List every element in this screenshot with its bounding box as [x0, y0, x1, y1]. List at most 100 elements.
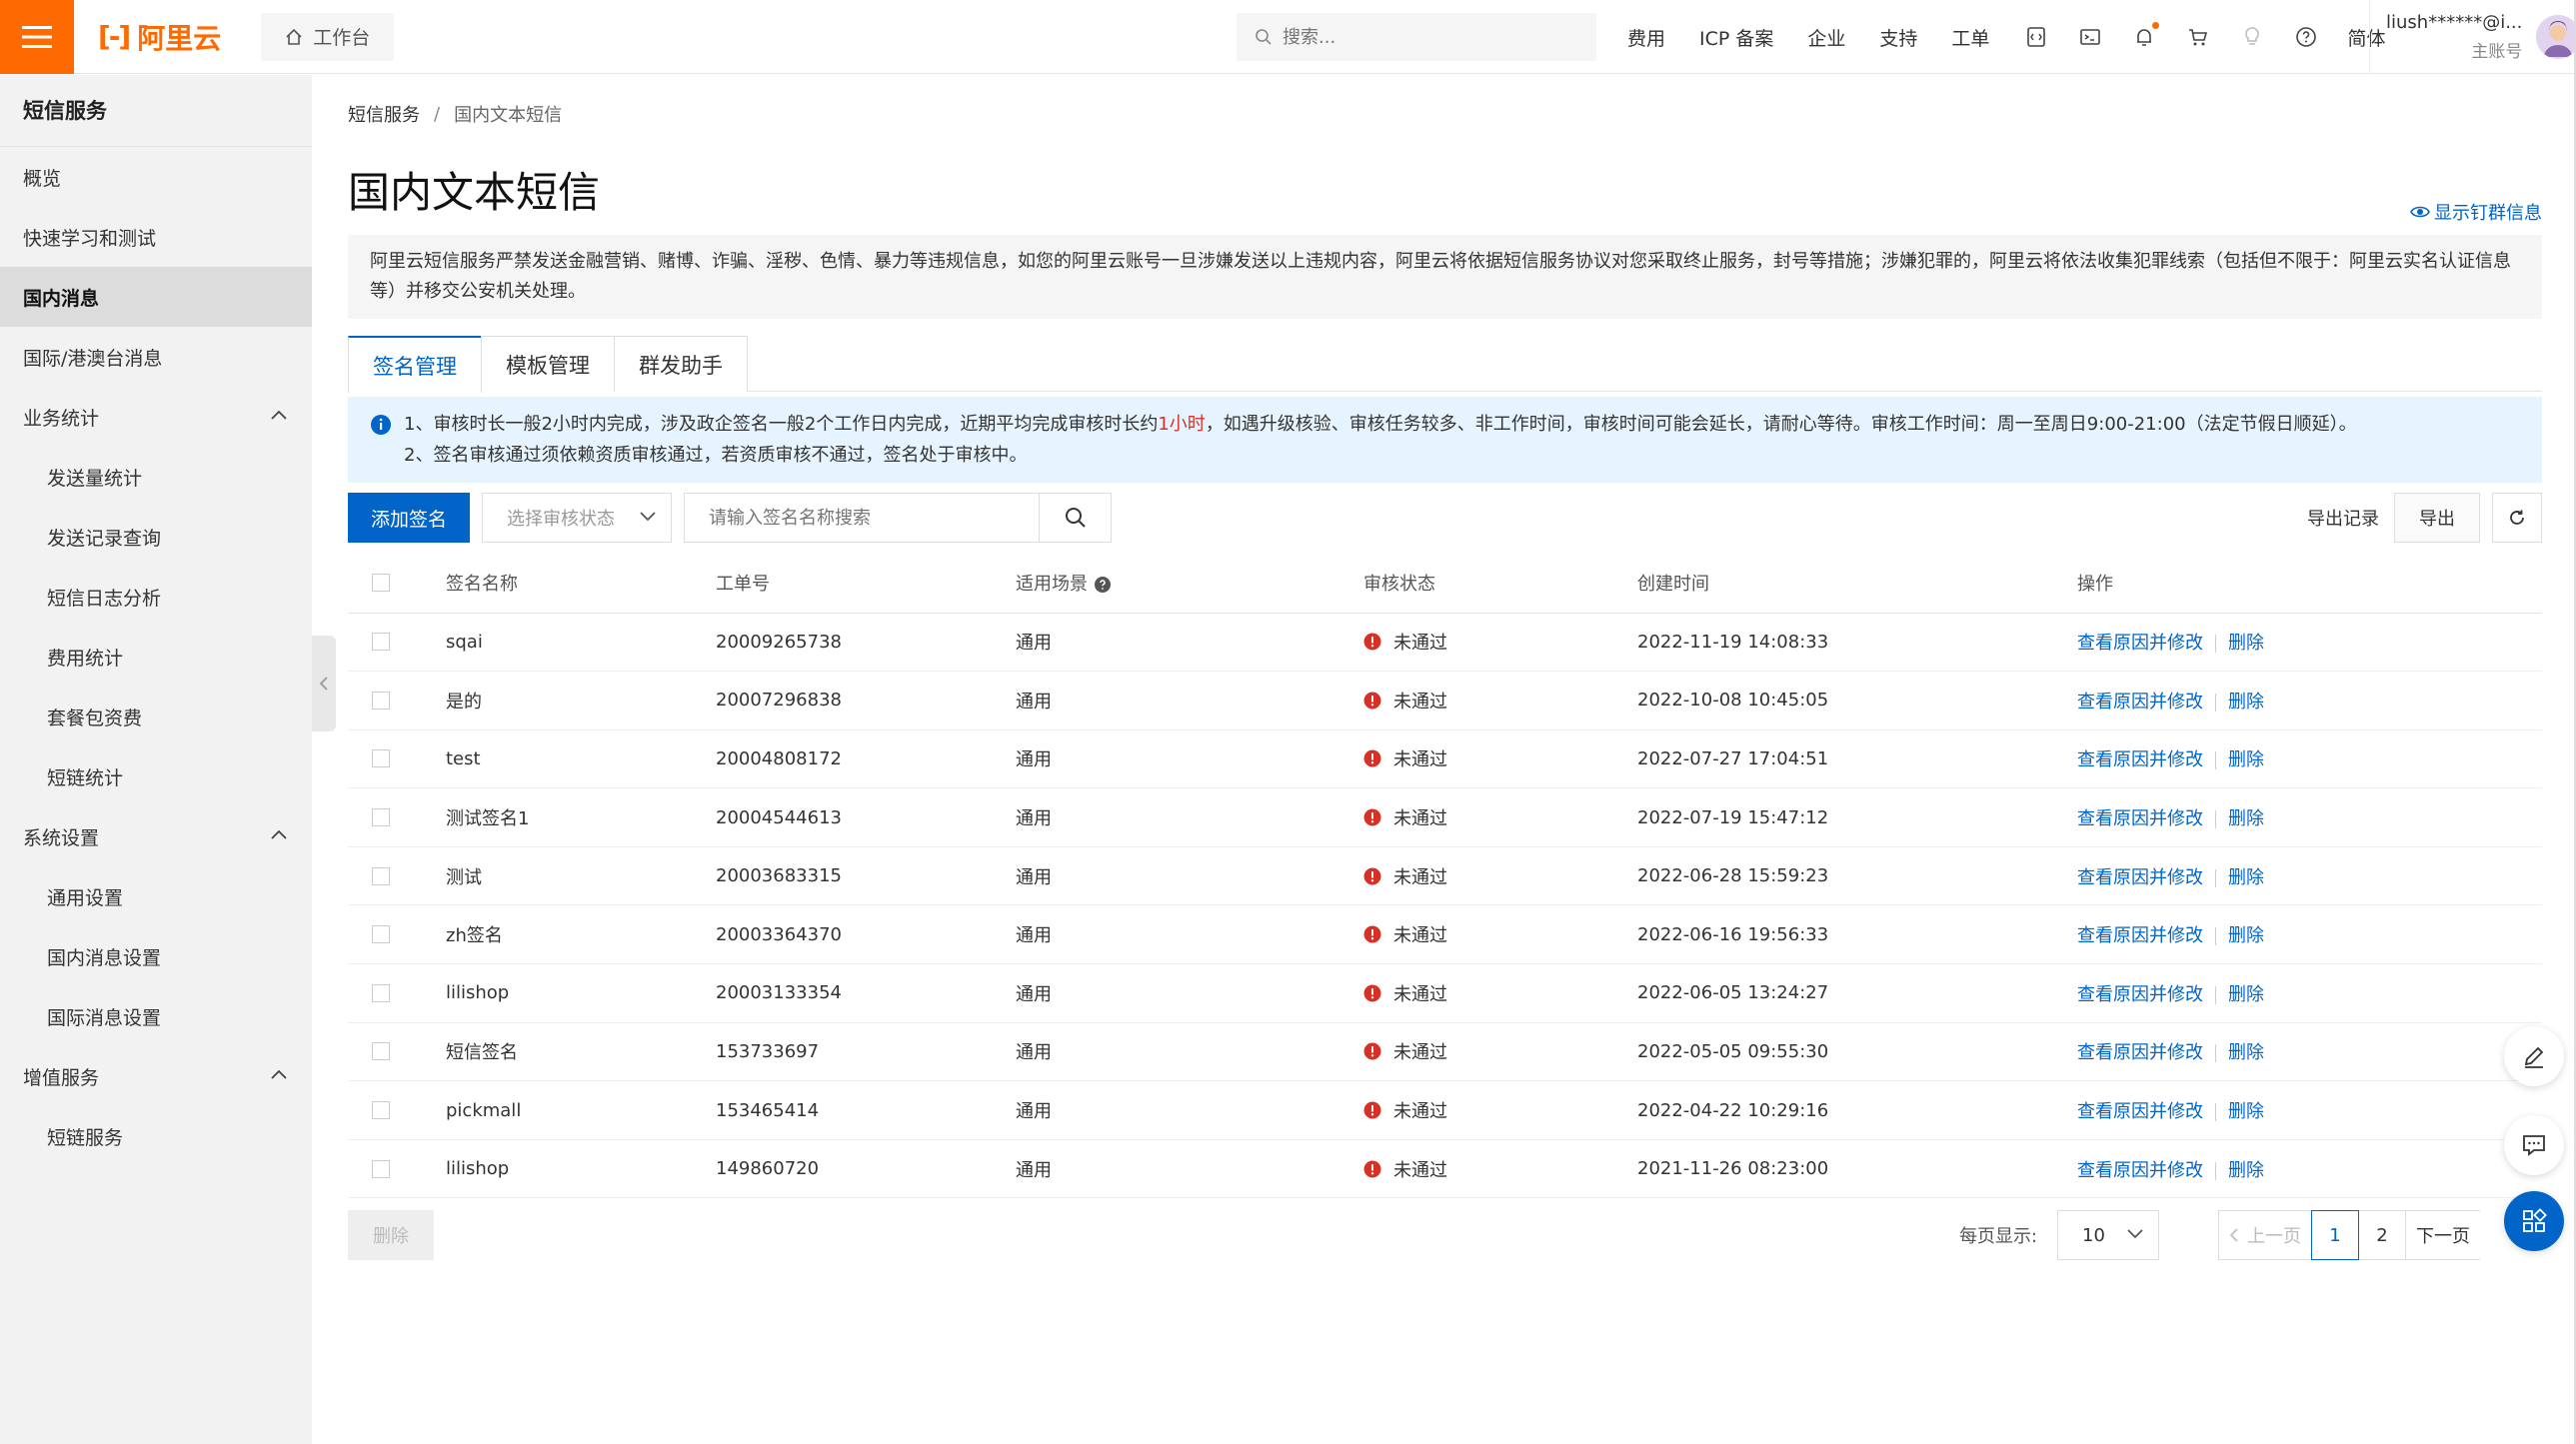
refresh-button[interactable]	[2492, 493, 2542, 543]
sidebar-item-overview[interactable]: 概览	[0, 147, 312, 207]
sidebar-item-shortlink-stats[interactable]: 短链统计	[0, 746, 312, 806]
help-icon[interactable]	[2293, 24, 2319, 50]
sidebar-group-system-settings[interactable]: 系统设置	[0, 806, 312, 866]
sidebar-item-send-volume[interactable]: 发送量统计	[0, 447, 312, 507]
show-dingtalk-link[interactable]: 显示钉群信息	[2410, 199, 2542, 225]
menu-button[interactable]	[0, 0, 74, 74]
row-checkbox[interactable]	[372, 866, 390, 885]
delete-link[interactable]: 删除	[2228, 1101, 2264, 1122]
feedback-button[interactable]	[2504, 1026, 2564, 1086]
delete-link[interactable]: 删除	[2228, 692, 2264, 713]
next-page-button[interactable]: 下一页	[2405, 1210, 2480, 1260]
signature-search-input[interactable]	[685, 494, 1039, 542]
view-reason-edit-link[interactable]: 查看原因并修改	[2077, 808, 2203, 829]
delete-link[interactable]: 删除	[2228, 925, 2264, 946]
delete-link[interactable]: 删除	[2228, 749, 2264, 770]
sidebar-item-international-settings[interactable]: 国际消息设置	[0, 986, 312, 1046]
header-select-all[interactable]	[348, 553, 446, 614]
row-checkbox[interactable]	[372, 691, 390, 710]
question-icon[interactable]	[1094, 576, 1112, 594]
tab-template-management[interactable]: 模板管理	[481, 336, 615, 392]
page-size-select[interactable]: 10	[2057, 1210, 2159, 1260]
sidebar-item-send-records[interactable]: 发送记录查询	[0, 507, 312, 567]
add-signature-button[interactable]: 添加签名	[348, 493, 470, 543]
sdk-icon[interactable]	[2023, 24, 2049, 50]
row-select[interactable]	[348, 1080, 446, 1140]
view-reason-edit-link[interactable]: 查看原因并修改	[2077, 692, 2203, 713]
prev-page-button[interactable]: 上一页	[2218, 1210, 2312, 1260]
row-checkbox[interactable]	[372, 1159, 390, 1178]
view-reason-edit-link[interactable]: 查看原因并修改	[2077, 749, 2203, 770]
row-checkbox[interactable]	[372, 925, 390, 944]
breadcrumb-root[interactable]: 短信服务	[348, 101, 420, 127]
sidebar-item-domestic[interactable]: 国内消息	[0, 267, 312, 327]
export-records-link[interactable]: 导出记录	[2307, 493, 2379, 543]
sidebar-item-log-analysis[interactable]: 短信日志分析	[0, 567, 312, 627]
page-button-1[interactable]: 1	[2311, 1210, 2359, 1260]
nav-enterprise[interactable]: 企业	[1807, 24, 1845, 51]
row-select[interactable]	[348, 904, 446, 965]
row-checkbox[interactable]	[372, 1101, 390, 1120]
row-select[interactable]	[348, 671, 446, 730]
view-reason-edit-link[interactable]: 查看原因并修改	[2077, 1101, 2203, 1122]
bell-icon[interactable]	[2131, 22, 2160, 50]
sidebar-item-cost-stats[interactable]: 费用统计	[0, 627, 312, 687]
delete-link[interactable]: 删除	[2228, 633, 2264, 654]
status-filter-select[interactable]: 选择审核状态	[482, 493, 672, 543]
global-search[interactable]	[1237, 13, 1596, 61]
tab-bulk-assistant[interactable]: 群发助手	[614, 336, 748, 392]
view-reason-edit-link[interactable]: 查看原因并修改	[2077, 925, 2203, 946]
nav-billing[interactable]: 费用	[1627, 24, 1665, 51]
nav-ticket[interactable]: 工单	[1951, 24, 1989, 51]
row-select[interactable]	[348, 613, 446, 673]
row-select[interactable]	[348, 787, 446, 847]
avatar[interactable]	[2536, 15, 2576, 59]
workbench-button[interactable]: 工作台	[261, 12, 395, 61]
sidebar-item-package-fees[interactable]: 套餐包资费	[0, 687, 312, 746]
global-search-input[interactable]	[1283, 26, 1582, 48]
delete-link[interactable]: 删除	[2228, 1160, 2264, 1181]
view-reason-edit-link[interactable]: 查看原因并修改	[2077, 867, 2203, 888]
aliyun-logo[interactable]: [-] 阿里云	[98, 17, 221, 57]
row-select[interactable]	[348, 729, 446, 789]
delete-link[interactable]: 删除	[2228, 808, 2264, 829]
nav-support[interactable]: 支持	[1879, 24, 1917, 51]
row-select[interactable]	[348, 1139, 446, 1199]
terminal-icon[interactable]	[2077, 24, 2103, 50]
view-reason-edit-link[interactable]: 查看原因并修改	[2077, 633, 2203, 654]
nav-icp[interactable]: ICP 备案	[1699, 24, 1773, 51]
sidebar-group-business-stats[interactable]: 业务统计	[0, 387, 312, 447]
sidebar-item-general-settings[interactable]: 通用设置	[0, 866, 312, 926]
view-reason-edit-link[interactable]: 查看原因并修改	[2077, 1160, 2203, 1181]
row-select[interactable]	[348, 1022, 446, 1082]
export-button[interactable]: 导出	[2394, 493, 2480, 543]
view-reason-edit-link[interactable]: 查看原因并修改	[2077, 984, 2203, 1005]
delete-link[interactable]: 删除	[2228, 1042, 2264, 1063]
row-checkbox[interactable]	[372, 633, 390, 652]
account-menu[interactable]: liush******@i... 主账号	[2369, 0, 2576, 74]
sidebar-item-international[interactable]: 国际/港澳台消息	[0, 327, 312, 387]
cart-icon[interactable]	[2185, 24, 2211, 50]
sidebar-group-value-added[interactable]: 增值服务	[0, 1046, 312, 1106]
row-checkbox[interactable]	[372, 808, 390, 827]
row-select[interactable]	[348, 846, 446, 906]
sidebar-collapse-handle[interactable]	[312, 636, 336, 731]
view-reason-edit-link[interactable]: 查看原因并修改	[2077, 1042, 2203, 1063]
delete-link[interactable]: 删除	[2228, 867, 2264, 888]
lightbulb-icon[interactable]	[2239, 24, 2265, 50]
delete-link[interactable]: 删除	[2228, 984, 2264, 1005]
sidebar-item-domestic-settings[interactable]: 国内消息设置	[0, 926, 312, 986]
tab-signature-management[interactable]: 签名管理	[348, 336, 482, 393]
row-checkbox[interactable]	[372, 983, 390, 1002]
bulk-delete-button[interactable]: 删除	[348, 1210, 434, 1260]
apps-button[interactable]	[2504, 1191, 2564, 1251]
row-select[interactable]	[348, 963, 446, 1023]
select-all-checkbox[interactable]	[372, 573, 390, 592]
signature-search-button[interactable]	[1039, 494, 1111, 542]
sidebar-item-quickstart[interactable]: 快速学习和测试	[0, 207, 312, 267]
chat-button[interactable]	[2504, 1115, 2564, 1175]
row-checkbox[interactable]	[372, 749, 390, 768]
row-checkbox[interactable]	[372, 1042, 390, 1061]
sidebar-item-shortlink-service[interactable]: 短链服务	[0, 1106, 312, 1166]
page-button-2[interactable]: 2	[2358, 1210, 2406, 1260]
